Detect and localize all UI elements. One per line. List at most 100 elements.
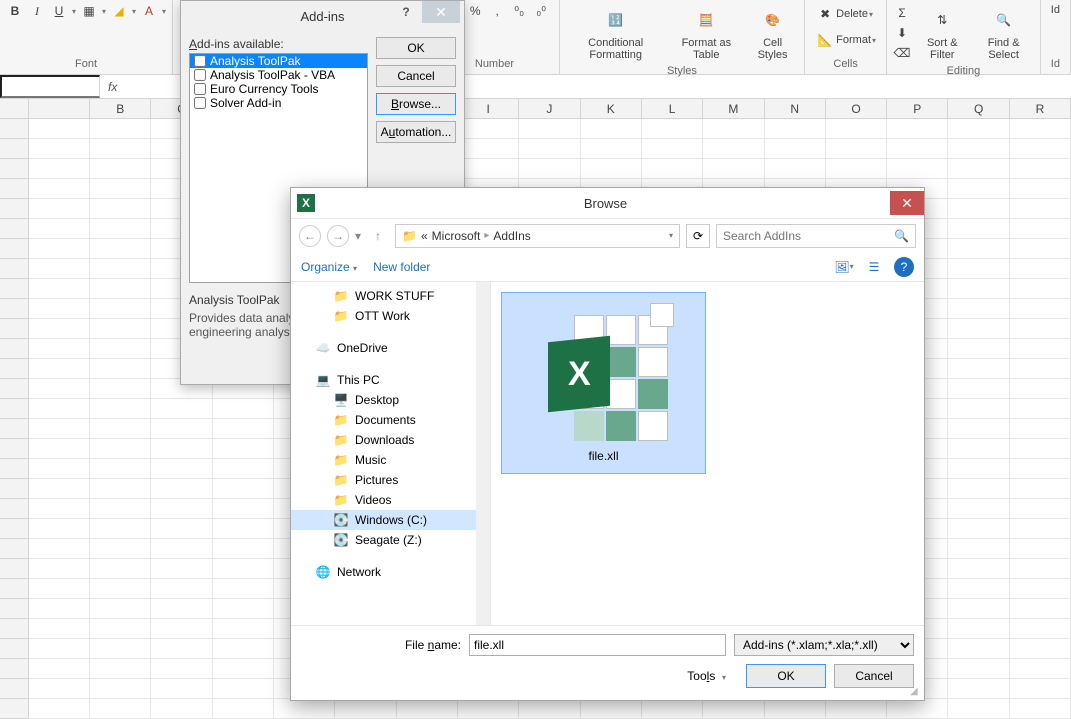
row[interactable] [0, 139, 1071, 159]
back-button[interactable]: ← [299, 225, 321, 247]
addins-available-label: AAdd-ins available:dd-ins available: [189, 37, 368, 51]
format-button[interactable]: 📐Format▾ [811, 28, 880, 52]
browse-close-button[interactable]: ✕ [890, 191, 924, 215]
autosum-icon[interactable]: Σ [893, 4, 911, 22]
find-icon: 🔍 [988, 4, 1020, 36]
tree-node[interactable]: 📁Documents [291, 410, 490, 430]
column-header[interactable]: M [703, 99, 764, 118]
addins-list-item[interactable]: Solver Add-in [190, 96, 367, 110]
addins-checkbox[interactable] [194, 69, 206, 81]
column-header[interactable]: J [519, 99, 580, 118]
addins-list-item[interactable]: Euro Currency Tools [190, 82, 367, 96]
underline-button[interactable]: U [50, 2, 68, 20]
search-input[interactable] [723, 229, 888, 243]
column-header[interactable]: R [1010, 99, 1071, 118]
clear-icon[interactable]: ⌫ [893, 44, 911, 62]
name-box[interactable] [0, 75, 100, 98]
column-header[interactable]: K [581, 99, 642, 118]
table-icon: 🧮 [690, 4, 722, 36]
column-header[interactable]: O [826, 99, 887, 118]
addins-checkbox[interactable] [194, 97, 206, 109]
search-icon: 🔍 [894, 229, 909, 243]
column-header[interactable]: I [458, 99, 519, 118]
conditional-formatting-button[interactable]: 🔢Conditional Formatting [566, 2, 666, 63]
desktop-icon: 🖥️ [333, 393, 349, 407]
forward-button[interactable]: → [327, 225, 349, 247]
cancel-button[interactable]: Cancel [376, 65, 456, 87]
fx-icon[interactable]: fx [100, 80, 125, 94]
tree-node[interactable]: 💽Windows (C:) [291, 510, 490, 530]
tree-node[interactable]: 🖥️Desktop [291, 390, 490, 410]
tree-node[interactable]: 📁WORK STUFF [291, 286, 490, 306]
close-button[interactable]: ✕ [422, 1, 460, 23]
tree-node[interactable]: 🌐Network [291, 562, 490, 582]
file-name-label: file.xll [588, 449, 618, 463]
delete-button[interactable]: ✖Delete▾ [811, 2, 877, 26]
browse-title: Browse [321, 196, 890, 211]
filename-input[interactable] [469, 634, 726, 656]
addins-list-item[interactable]: Analysis ToolPak - VBA [190, 68, 367, 82]
format-as-table-button[interactable]: 🧮Format as Table [670, 2, 743, 63]
tree-node[interactable]: 📁Pictures [291, 470, 490, 490]
row[interactable] [0, 159, 1071, 179]
font-color-icon[interactable]: A [140, 2, 158, 20]
file-pane[interactable]: X file.xll [491, 282, 924, 625]
sort-filter-button[interactable]: ⇅Sort & Filter [915, 2, 969, 63]
find-select-button[interactable]: 🔍Find & Select [973, 2, 1033, 63]
comma-button[interactable]: , [488, 2, 506, 20]
tree-node[interactable]: 📁Music [291, 450, 490, 470]
automation-button[interactable]: Automation... [376, 121, 456, 143]
percent-button[interactable]: % [466, 2, 484, 20]
border-icon[interactable]: ▦ [80, 2, 98, 20]
id-button[interactable]: Id [1047, 2, 1064, 18]
folder-icon: 📁 [333, 289, 349, 303]
organize-menu[interactable]: Organize ▾ [301, 260, 357, 274]
tree-node[interactable]: 📁Downloads [291, 430, 490, 450]
italic-button[interactable]: I [28, 2, 46, 20]
browse-cancel-button[interactable]: Cancel [834, 664, 914, 688]
tree-scrollbar[interactable] [476, 282, 490, 625]
decrease-decimal-icon[interactable]: ₀⁰ [532, 2, 550, 20]
ok-button[interactable]: OK [376, 37, 456, 59]
column-header[interactable]: L [642, 99, 703, 118]
folder-icon: 📁 [333, 453, 349, 467]
refresh-button[interactable]: ⟳ [686, 224, 710, 248]
fill-color-icon[interactable]: ◢ [110, 2, 128, 20]
recent-dropdown-icon[interactable]: ▾ [355, 229, 361, 243]
cell-styles-button[interactable]: 🎨Cell Styles [747, 2, 798, 63]
column-header[interactable]: Q [948, 99, 1009, 118]
tree-node[interactable]: 💻This PC [291, 370, 490, 390]
fill-icon[interactable]: ⬇ [893, 24, 911, 42]
column-header[interactable]: N [765, 99, 826, 118]
nav-tree[interactable]: 📁WORK STUFF📁OTT Work☁️OneDrive💻This PC🖥️… [291, 282, 491, 625]
up-button[interactable]: ↑ [367, 225, 389, 247]
new-folder-button[interactable]: New folder [373, 260, 430, 274]
filename-label: File name: [301, 638, 461, 652]
browse-ok-button[interactable]: OK [746, 664, 826, 688]
bold-button[interactable]: B [6, 2, 24, 20]
row[interactable] [0, 119, 1071, 139]
increase-decimal-icon[interactable]: ⁰₀ [510, 2, 528, 20]
search-box[interactable]: 🔍 [716, 224, 916, 248]
tools-menu[interactable]: Tools ▾ [687, 669, 726, 683]
file-filter-select[interactable]: Add-ins (*.xlam;*.xla;*.xll) [734, 634, 914, 656]
tree-node[interactable]: ☁️OneDrive [291, 338, 490, 358]
addins-checkbox[interactable] [194, 55, 206, 67]
column-header[interactable]: P [887, 99, 948, 118]
help-button[interactable]: ? [392, 1, 420, 23]
column-header[interactable] [29, 99, 90, 118]
view-mode-button[interactable]: 🖼 ▾ [834, 257, 854, 277]
breadcrumb[interactable]: 📁 « Microsoft ▸ AddIns ▾ [395, 224, 680, 248]
tree-node[interactable]: 📁Videos [291, 490, 490, 510]
preview-pane-button[interactable]: ☰ [864, 257, 884, 277]
file-tile[interactable]: X file.xll [501, 292, 706, 474]
resize-grip-icon[interactable]: ◢ [910, 686, 922, 698]
help-icon[interactable]: ? [894, 257, 914, 277]
tree-node[interactable]: 📁OTT Work [291, 306, 490, 326]
addins-list-item[interactable]: Analysis ToolPak [190, 54, 367, 68]
addins-checkbox[interactable] [194, 83, 206, 95]
column-header[interactable]: B [90, 99, 151, 118]
tree-node[interactable]: 💽Seagate (Z:) [291, 530, 490, 550]
browse-button[interactable]: Browse... [376, 93, 456, 115]
row[interactable] [0, 699, 1071, 719]
